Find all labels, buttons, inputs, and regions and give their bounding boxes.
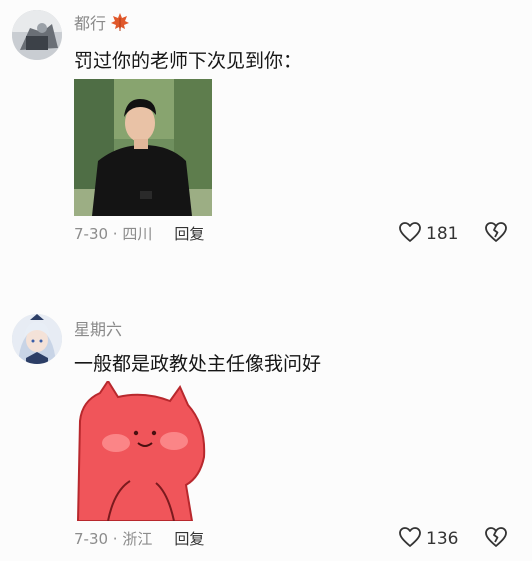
comment-image[interactable] bbox=[74, 79, 212, 216]
like-button[interactable]: 181 bbox=[398, 220, 458, 248]
date-location: 7-30 · 四川 bbox=[74, 225, 153, 243]
reply-button[interactable]: 回复 bbox=[174, 528, 204, 549]
like-count: 181 bbox=[426, 224, 459, 244]
username[interactable]: 都行 bbox=[74, 10, 106, 34]
comment-image[interactable] bbox=[74, 381, 208, 521]
avatar[interactable] bbox=[12, 10, 62, 60]
comment-text: 一般都是政教处主任像我问好 bbox=[74, 353, 322, 375]
comment-list: 都行 罚过你的老师下次见到你： 7-30 · 四川 回复 181 星期六 一般都… bbox=[0, 0, 532, 561]
comment-item: 星期六 一般都是政教处主任像我问好 7-30 · 浙江 回复 136 bbox=[0, 308, 532, 561]
maple-leaf-icon bbox=[110, 12, 130, 32]
broken-heart-icon[interactable] bbox=[484, 525, 508, 549]
broken-heart-icon[interactable] bbox=[484, 220, 508, 244]
like-count: 136 bbox=[426, 529, 459, 549]
heart-outline-icon bbox=[398, 220, 422, 248]
heart-outline-icon bbox=[398, 525, 422, 553]
comment-item: 都行 罚过你的老师下次见到你： 7-30 · 四川 回复 181 bbox=[0, 0, 532, 270]
like-button[interactable]: 136 bbox=[398, 525, 458, 553]
username[interactable]: 星期六 bbox=[74, 316, 122, 340]
reply-button[interactable]: 回复 bbox=[174, 223, 204, 244]
avatar[interactable] bbox=[12, 314, 62, 364]
date-location: 7-30 · 浙江 bbox=[74, 530, 153, 548]
comment-text: 罚过你的老师下次见到你： bbox=[74, 50, 303, 72]
